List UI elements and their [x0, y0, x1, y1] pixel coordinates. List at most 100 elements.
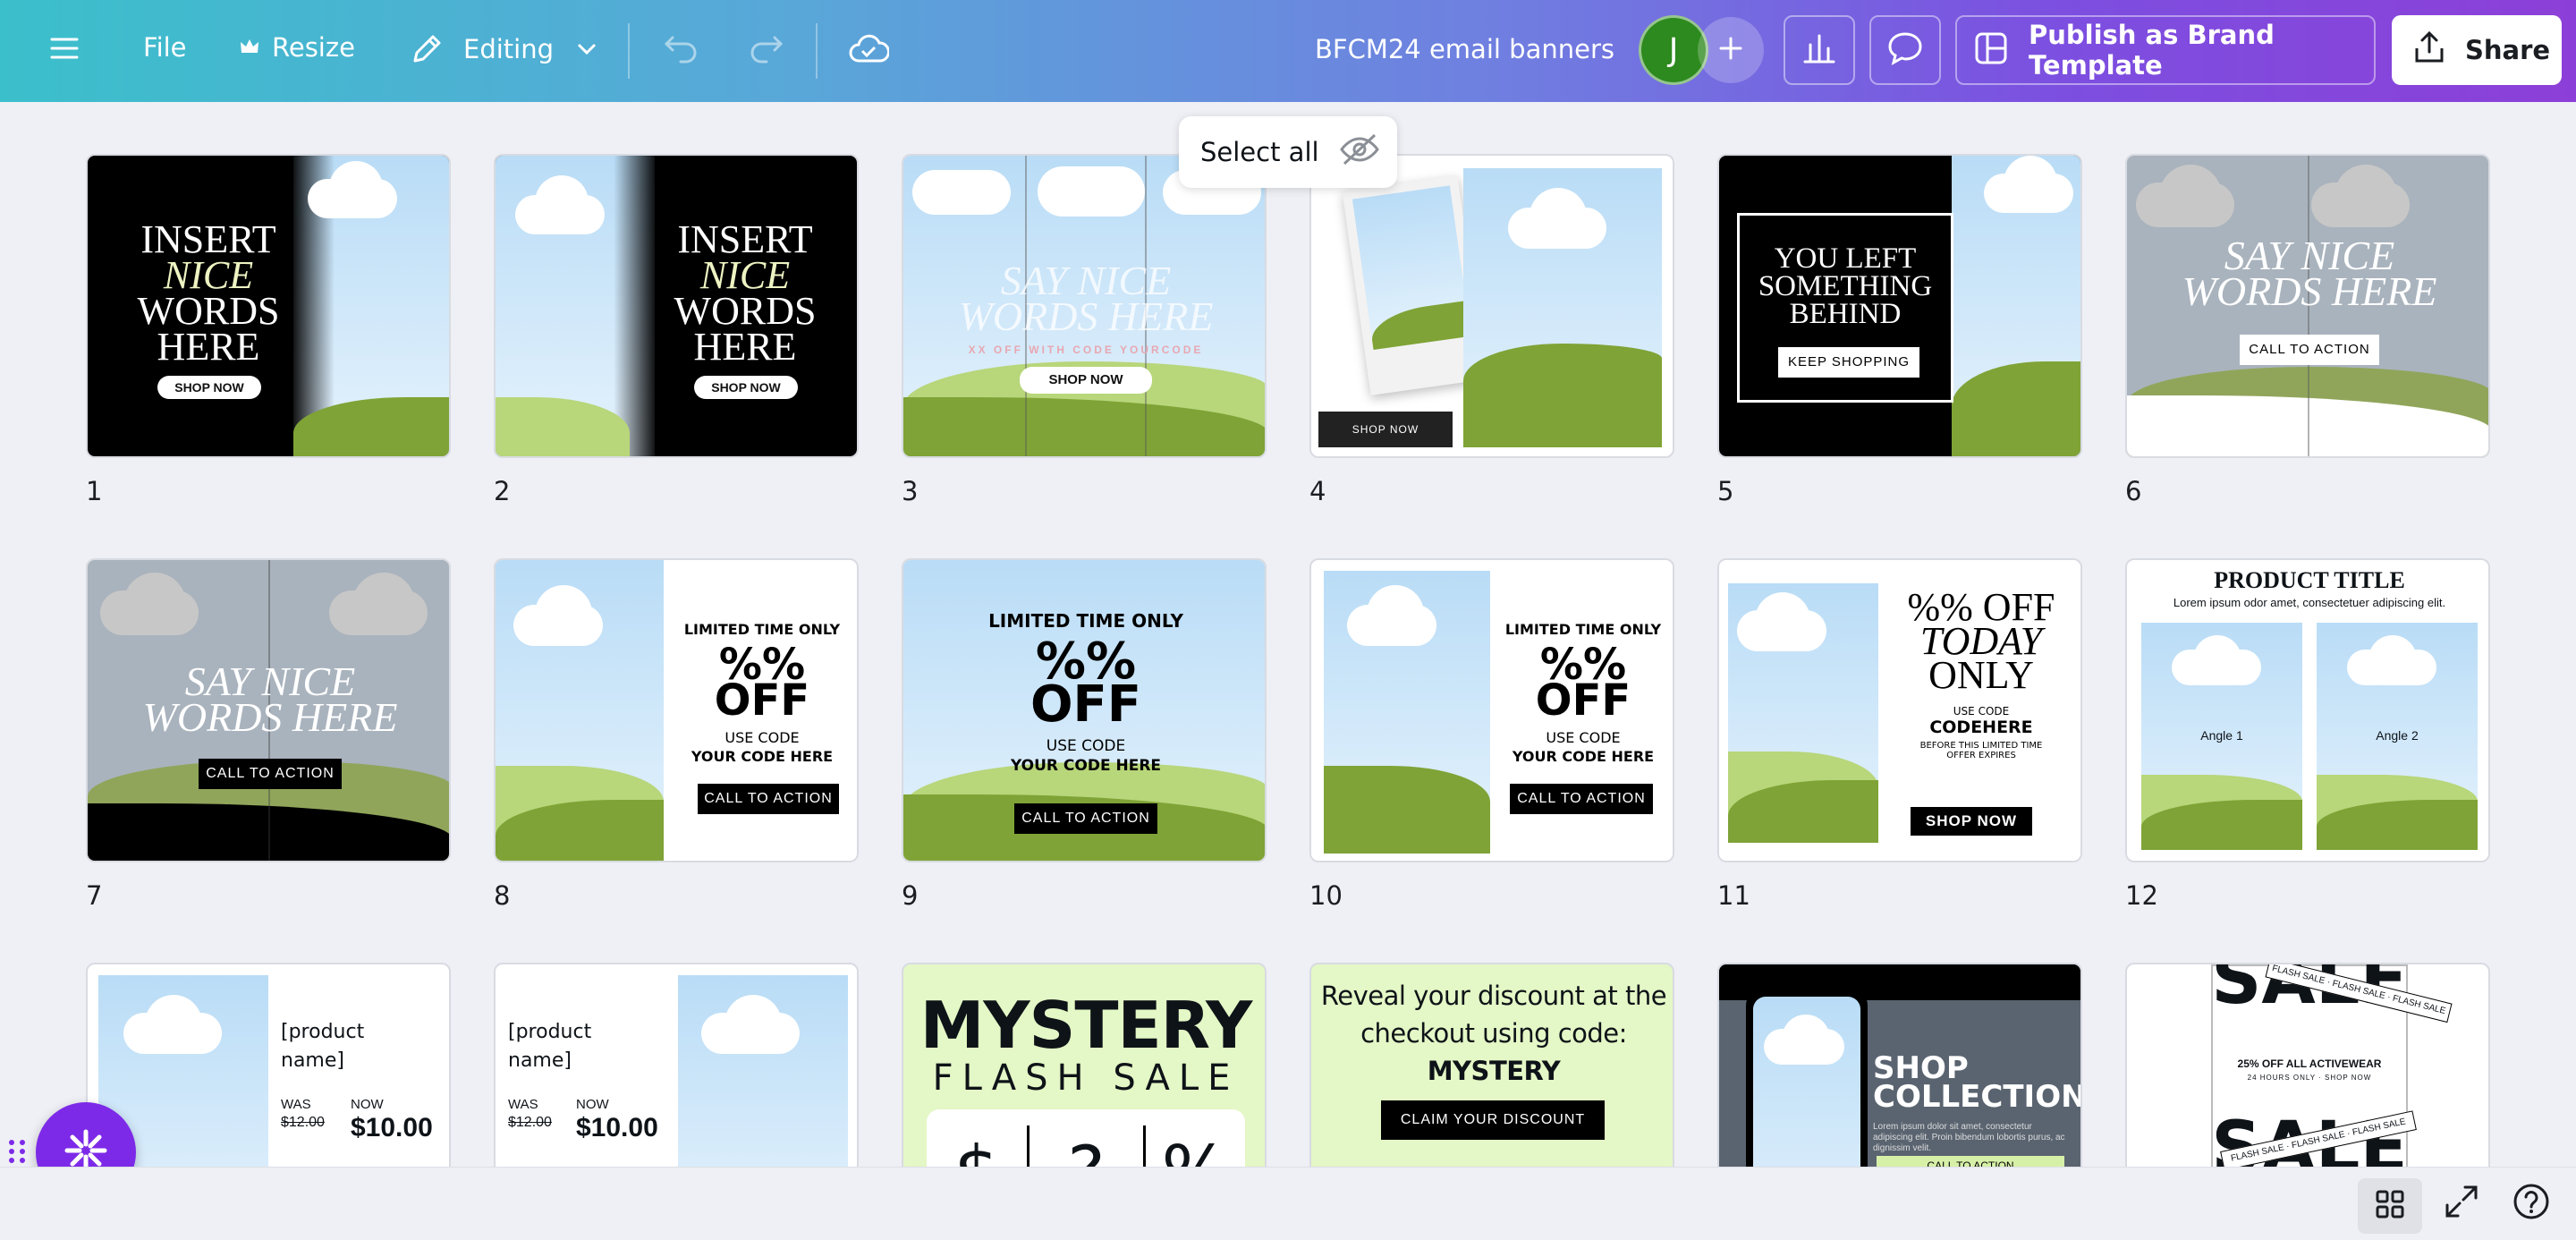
bar-chart-icon — [1801, 32, 1837, 69]
publish-brand-template-button[interactable]: Publish as Brand Template — [1955, 15, 2376, 85]
code-text: YOUR CODE HERE — [1512, 748, 1655, 765]
use-code-text: USE CODE — [1953, 705, 2010, 718]
mystery-char: $ — [927, 1131, 1027, 1167]
comment-icon — [1886, 30, 1924, 71]
page-thumbnail-17[interactable]: SHOP COLLECTION Lorem ipsum dolor sit am… — [1717, 963, 2082, 1167]
cta-button: CALL TO ACTION — [199, 759, 342, 789]
page-thumbnail-2[interactable]: INSERT NICE WORDS HERE SHOP NOW — [494, 154, 859, 458]
fullscreen-icon[interactable] — [2444, 1184, 2479, 1224]
file-menu-button[interactable]: File — [143, 32, 187, 63]
page-number: 2 — [494, 476, 511, 506]
plus-icon — [1718, 36, 1743, 65]
mystery-headline: MYSTERY — [919, 988, 1253, 1063]
page-thumbnail-11[interactable]: %% OFF TODAY ONLY USE CODE CODEHERE BEFO… — [1717, 558, 2082, 862]
collection-body: Lorem ipsum dolor sit amet, consectetur … — [1873, 1122, 2065, 1153]
discount-text: OFF — [714, 675, 810, 726]
headline-line: NICE — [699, 253, 791, 297]
page-number: 4 — [1309, 476, 1326, 506]
headline-line: WORDS — [674, 289, 817, 333]
menu-icon[interactable] — [50, 34, 79, 63]
page-number: 1 — [86, 476, 103, 506]
cta-button: SHOP NOW — [1020, 367, 1152, 394]
editing-label: Editing — [463, 34, 555, 64]
redo-icon[interactable] — [748, 32, 784, 64]
headline-line: WORDS HERE — [2182, 268, 2437, 314]
add-collaborator-button[interactable] — [1698, 17, 1764, 83]
share-label: Share — [2465, 35, 2551, 65]
page-thumbnail-16[interactable]: Reveal your discount at the checkout usi… — [1309, 963, 1674, 1167]
product-title: PRODUCT TITLE — [2214, 567, 2405, 593]
angle-label: Angle 1 — [2200, 728, 2243, 743]
was-label: WAS — [281, 1097, 311, 1112]
chevron-down-icon — [577, 43, 597, 55]
grid-icon — [2375, 1189, 2405, 1224]
page-thumbnail-13[interactable]: [product name] WAS $12.00 NOW $10.00 — [86, 963, 451, 1167]
select-all-button[interactable]: Select all — [1179, 116, 1397, 188]
insights-button[interactable] — [1784, 15, 1855, 85]
code-text: YOUR CODE HERE — [1010, 757, 1162, 775]
comments-button[interactable] — [1869, 15, 1941, 85]
drag-handle-icon[interactable] — [7, 1138, 29, 1169]
cloud-saved-icon[interactable] — [848, 32, 889, 66]
subline: XX OFF WITH CODE YOURCODE — [968, 344, 1204, 356]
grid-view-button[interactable] — [2358, 1178, 2422, 1234]
headline-line: INSERT — [140, 217, 276, 261]
sale-subtext: 24 HOURS ONLY · SHOP NOW — [2247, 1074, 2372, 1082]
page-thumbnail-5[interactable]: YOU LEFT SOMETHING BEHIND KEEP SHOPPING — [1717, 154, 2082, 458]
help-icon[interactable] — [2512, 1182, 2551, 1226]
share-upload-icon — [2411, 30, 2447, 71]
cta-button: CALL TO ACTION — [698, 784, 839, 814]
limited-text: LIMITED TIME ONLY — [1504, 621, 1662, 638]
headline-line: HERE — [693, 325, 797, 369]
select-all-label: Select all — [1200, 137, 1319, 167]
cta-button: SHOP NOW — [1911, 807, 2032, 836]
limited-text: LIMITED TIME ONLY — [683, 621, 841, 638]
page-thumbnail-8[interactable]: LIMITED TIME ONLY %% OFF USE CODE YOUR C… — [494, 558, 859, 862]
cta-button: CLAIM YOUR DISCOUNT — [1381, 1100, 1605, 1140]
page-thumbnail-14[interactable]: [product name] WAS $12.00 NOW $10.00 — [494, 963, 859, 1167]
eye-hidden-icon[interactable] — [1339, 132, 1380, 174]
code-text: YOUR CODE HERE — [691, 748, 834, 765]
headline-line: WORDS — [137, 289, 280, 333]
publish-label: Publish as Brand Template — [2029, 20, 2275, 81]
expiry-text: OFFER EXPIRES — [1946, 751, 2016, 760]
cta-button: KEEP SHOPPING — [1778, 347, 1919, 378]
cta-button: SHOP NOW — [1318, 412, 1453, 447]
page-thumbnail-10[interactable]: LIMITED TIME ONLY %% OFF USE CODE YOUR C… — [1309, 558, 1674, 862]
share-button[interactable]: Share — [2392, 15, 2562, 85]
page-number: 12 — [2125, 880, 2158, 911]
was-label: WAS — [508, 1097, 538, 1112]
page-number: 9 — [902, 880, 919, 911]
page-thumbnail-12[interactable]: PRODUCT TITLE Lorem ipsum odor amet, con… — [2125, 558, 2490, 862]
was-price: $12.00 — [281, 1115, 325, 1130]
page-thumbnail-4[interactable]: SHOP NOW — [1309, 154, 1674, 458]
undo-icon[interactable] — [664, 32, 699, 64]
sale-offer-text: 25% OFF ALL ACTIVEWEAR — [2237, 1057, 2382, 1070]
mystery-char: ? — [1030, 1131, 1143, 1167]
page-thumbnail-9[interactable]: LIMITED TIME ONLY %% OFF USE CODE YOUR C… — [902, 558, 1267, 862]
page-thumbnail-1[interactable]: INSERT NICE WORDS HERE SHOP NOW — [86, 154, 451, 458]
product-name: name] — [281, 1049, 344, 1072]
resize-label: Resize — [272, 32, 355, 63]
page-thumbnail-15[interactable]: MYSTERY FLASH SALE $ ? % — [902, 963, 1267, 1167]
page-thumbnail-6[interactable]: SAY NICE WORDS HERE CALL TO ACTION — [2125, 154, 2490, 458]
resize-button[interactable]: Resize — [240, 32, 355, 63]
page-number: 3 — [902, 476, 919, 506]
page-thumbnail-18[interactable]: SALE FLASH SALE · FLASH SALE · FLASH SAL… — [2125, 963, 2490, 1167]
page-thumbnail-7[interactable]: SAY NICE WORDS HERE CALL TO ACTION — [86, 558, 451, 862]
cta-button: SHOP NOW — [694, 376, 798, 399]
use-code-text: USE CODE — [1546, 729, 1621, 746]
limited-text: LIMITED TIME ONLY — [988, 610, 1183, 632]
cta-button: CALL TO ACTION — [2240, 335, 2379, 365]
angle-label: Angle 2 — [2376, 728, 2419, 743]
reveal-text: checkout using code: — [1360, 1018, 1627, 1049]
editing-mode-dropdown[interactable]: Editing — [410, 32, 597, 66]
page-thumbnail-3[interactable]: SAY NICE WORDS HERE XX OFF WITH CODE YOU… — [902, 154, 1267, 458]
product-name: [product — [281, 1021, 365, 1043]
product-name: name] — [508, 1049, 572, 1072]
document-title[interactable]: BFCM24 email banners — [1315, 34, 1614, 64]
flash-sale-text: FLASH SALE — [932, 1057, 1240, 1099]
headline-line: HERE — [157, 325, 260, 369]
page-number: 8 — [494, 880, 511, 911]
page-number: 7 — [86, 880, 103, 911]
